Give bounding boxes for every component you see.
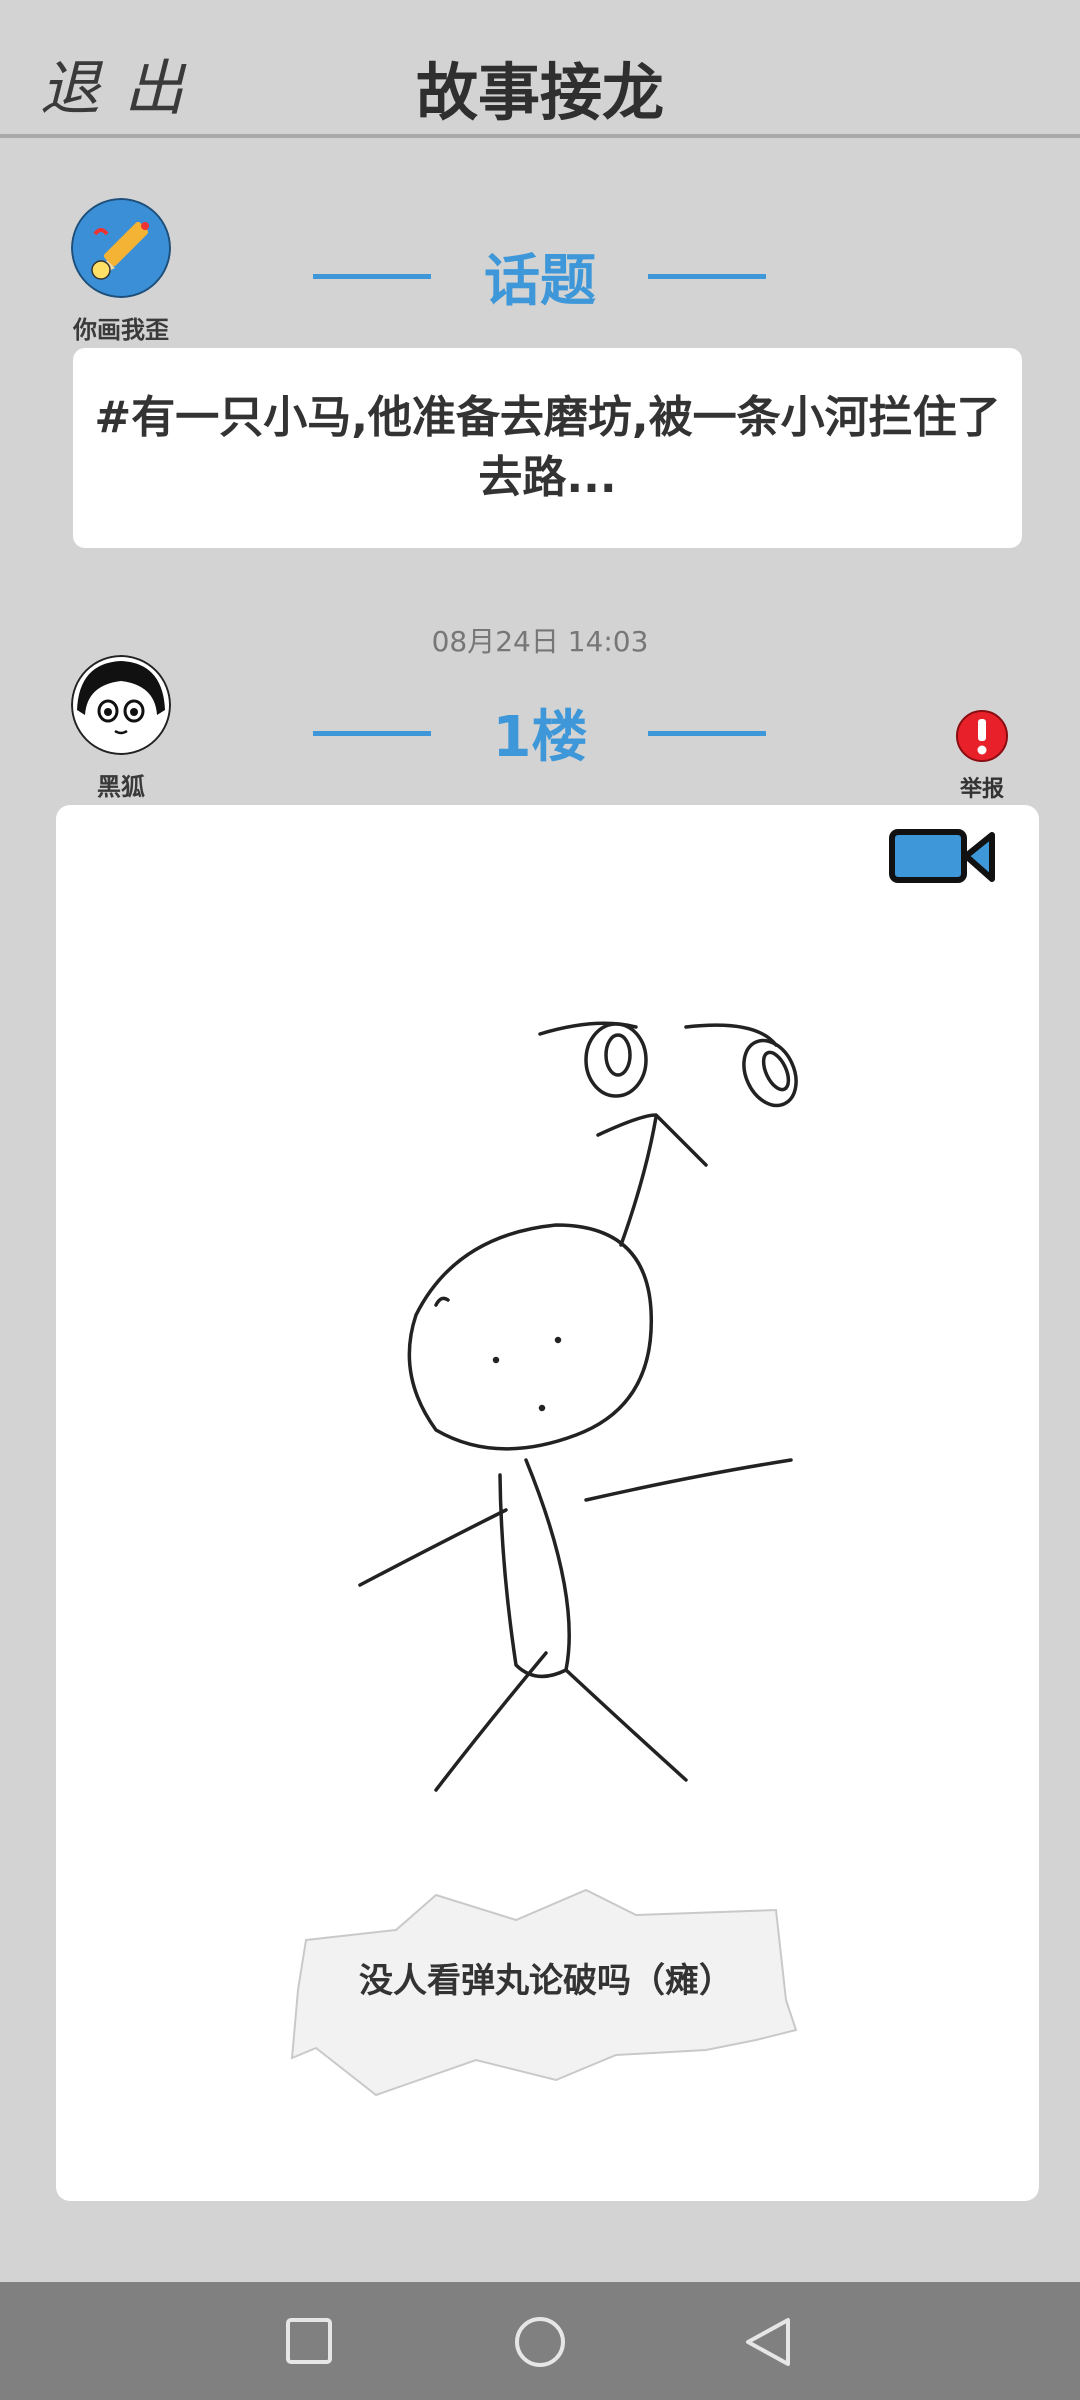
page-title: 故事接龙 — [415, 56, 664, 129]
section-line-right — [648, 731, 766, 736]
system-nav-bar — [0, 2282, 1080, 2400]
pencil-avatar-icon — [71, 198, 171, 298]
report-label: 举报 — [959, 777, 1004, 802]
post-timestamp: 08月24日 14:03 — [431, 625, 649, 658]
section-line-right — [648, 274, 766, 279]
girl-avatar-icon — [71, 655, 171, 755]
circle-icon — [515, 2317, 565, 2367]
triangle-back-icon — [746, 2318, 790, 2366]
exclamation-icon — [956, 710, 1008, 762]
drawing-caption: 没人看弹丸论破吗（瘫） — [359, 1961, 733, 2001]
topic-card: #有一只小马,他准备去磨坊,被一条小河拦住了去路... — [73, 348, 1022, 548]
square-icon — [286, 2318, 332, 2364]
report-button[interactable] — [955, 706, 1009, 774]
topic-text: #有一只小马,他准备去磨坊,被一条小河拦住了去路... — [94, 392, 1001, 503]
floor-section-title: 1楼 — [492, 705, 588, 770]
floor-author-name: 黑狐 — [97, 773, 145, 801]
header-bar: 退出 故事接龙 — [0, 0, 1080, 138]
header-divider — [0, 134, 1080, 138]
drawing-card: 没人看弹丸论破吗（瘫） — [56, 805, 1039, 2201]
nav-home-button[interactable] — [513, 2315, 567, 2373]
nav-back-button[interactable] — [742, 2315, 794, 2373]
topic-section-title: 话题 — [484, 249, 596, 314]
nav-recent-button[interactable] — [285, 2317, 333, 2369]
topic-author-name: 你画我歪 — [73, 316, 169, 344]
topic-author-avatar[interactable] — [71, 198, 171, 298]
floor-author-avatar[interactable] — [71, 655, 171, 755]
